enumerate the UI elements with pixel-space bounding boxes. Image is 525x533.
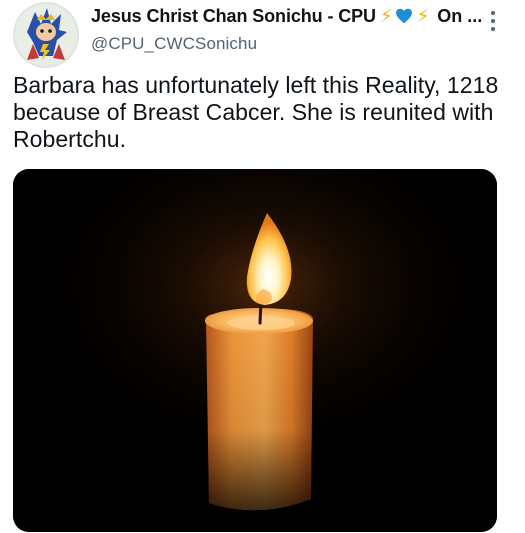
more-dot [491,19,495,23]
author-display-name[interactable]: Jesus Christ Chan Sonichu - CPU [91,6,376,27]
lit-candle-icon [13,169,497,532]
sonichu-avatar-icon[interactable] [13,2,79,68]
lightning-bolt-icon: ⚡ [416,6,430,26]
tweet-header: Jesus Christ Chan Sonichu - CPU ⚡ ⚡ On .… [91,3,491,54]
blue-heart-icon [395,8,413,24]
author-handle[interactable]: @CPU_CWCSonichu [91,34,491,54]
more-dot [491,27,495,31]
tweet[interactable]: Jesus Christ Chan Sonichu - CPU ⚡ ⚡ On .… [0,0,525,533]
more-options-icon[interactable] [484,10,502,32]
tweet-text: Barbara has unfortunately left this Real… [13,72,499,152]
author-name-row[interactable]: Jesus Christ Chan Sonichu - CPU ⚡ ⚡ On .… [91,3,491,29]
lightning-bolt-icon: ⚡ [379,6,393,26]
tweet-media-photo[interactable] [13,169,497,532]
author-name-suffix: On ... [437,5,483,26]
more-dot [491,11,495,15]
